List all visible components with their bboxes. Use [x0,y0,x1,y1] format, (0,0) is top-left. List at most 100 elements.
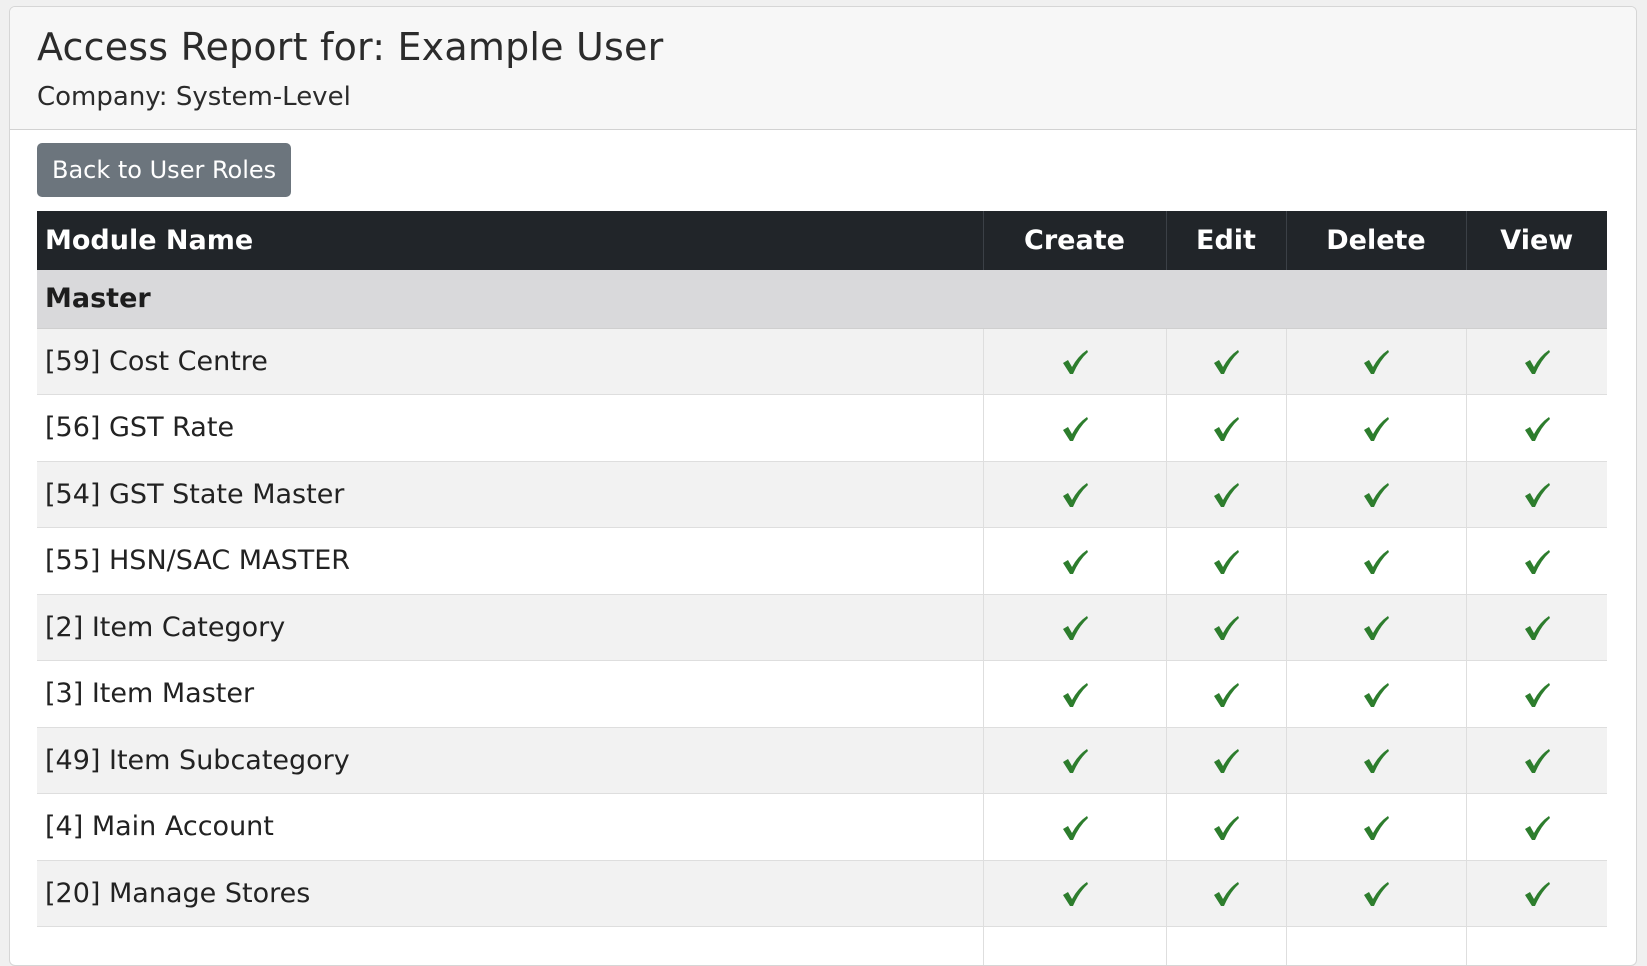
create-permission-cell [983,594,1166,661]
table-row: [4] Main Account [37,794,1607,861]
check-icon [1361,813,1391,843]
check-icon [1060,680,1090,710]
delete-permission-cell [1286,528,1466,595]
check-icon [1060,547,1090,577]
check-icon [1522,879,1552,909]
column-header-create: Create [983,211,1166,270]
table-row: [20] Manage Stores [37,860,1607,927]
delete-permission-cell [1286,727,1466,794]
delete-permission-cell [1286,860,1466,927]
table-row: [49] Item Subcategory [37,727,1607,794]
check-icon [1211,680,1241,710]
check-icon [1361,746,1391,776]
check-icon [1361,680,1391,710]
view-permission-cell [1466,927,1607,966]
create-permission-cell [983,528,1166,595]
check-icon [1522,347,1552,377]
view-permission-cell [1466,727,1607,794]
check-icon [1060,480,1090,510]
table-row: [55] HSN/SAC MASTER [37,528,1607,595]
check-icon [1211,347,1241,377]
check-icon [1522,680,1552,710]
table-row [37,927,1607,966]
group-label: Master [37,270,1607,328]
view-permission-cell [1466,528,1607,595]
module-name-cell: [59] Cost Centre [37,328,983,395]
module-name-cell: [49] Item Subcategory [37,727,983,794]
create-permission-cell [983,328,1166,395]
check-icon [1361,347,1391,377]
edit-permission-cell [1166,328,1286,395]
delete-permission-cell [1286,461,1466,528]
create-permission-cell [983,860,1166,927]
edit-permission-cell [1166,395,1286,462]
edit-permission-cell [1166,927,1286,966]
view-permission-cell [1466,328,1607,395]
delete-permission-cell [1286,794,1466,861]
delete-permission-cell [1286,594,1466,661]
table-row: [56] GST Rate [37,395,1607,462]
view-permission-cell [1466,860,1607,927]
check-icon [1060,347,1090,377]
table-body: Master [59] Cost Centre[56] GST Rate[54]… [37,270,1607,966]
create-permission-cell [983,727,1166,794]
view-permission-cell [1466,794,1607,861]
access-table: Module Name Create Edit Delete View Mast… [37,211,1607,966]
module-name-cell: [56] GST Rate [37,395,983,462]
view-permission-cell [1466,461,1607,528]
table-header-row: Module Name Create Edit Delete View [37,211,1607,270]
check-icon [1361,879,1391,909]
create-permission-cell [983,661,1166,728]
table-header: Module Name Create Edit Delete View [37,211,1607,270]
view-permission-cell [1466,594,1607,661]
view-permission-cell [1466,661,1607,728]
check-icon [1060,813,1090,843]
check-icon [1211,547,1241,577]
edit-permission-cell [1166,727,1286,794]
create-permission-cell [983,395,1166,462]
create-permission-cell [983,461,1166,528]
table-row: [2] Item Category [37,594,1607,661]
check-icon [1211,813,1241,843]
check-icon [1060,414,1090,444]
table-row: [59] Cost Centre [37,328,1607,395]
check-icon [1211,879,1241,909]
edit-permission-cell [1166,528,1286,595]
column-header-view: View [1466,211,1607,270]
check-icon [1361,480,1391,510]
table-row: [54] GST State Master [37,461,1607,528]
delete-permission-cell [1286,661,1466,728]
check-icon [1211,613,1241,643]
check-icon [1060,746,1090,776]
create-permission-cell [983,927,1166,966]
check-icon [1361,414,1391,444]
check-icon [1522,813,1552,843]
check-icon [1361,613,1391,643]
access-report-card: Access Report for: Example User Company:… [9,6,1637,966]
check-icon [1211,746,1241,776]
group-row-master: Master [37,270,1607,328]
check-icon [1522,547,1552,577]
table-row: [3] Item Master [37,661,1607,728]
check-icon [1522,480,1552,510]
column-header-module-name: Module Name [37,211,983,270]
delete-permission-cell [1286,927,1466,966]
check-icon [1522,746,1552,776]
card-body: Back to User Roles Module Name Create Ed… [10,130,1636,966]
create-permission-cell [983,794,1166,861]
check-icon [1211,480,1241,510]
module-name-cell: [20] Manage Stores [37,860,983,927]
check-icon [1522,414,1552,444]
check-icon [1522,613,1552,643]
edit-permission-cell [1166,594,1286,661]
card-header: Access Report for: Example User Company:… [10,7,1636,130]
back-to-user-roles-button[interactable]: Back to User Roles [37,143,291,197]
module-name-cell: [2] Item Category [37,594,983,661]
check-icon [1361,547,1391,577]
module-name-cell: [55] HSN/SAC MASTER [37,528,983,595]
edit-permission-cell [1166,461,1286,528]
edit-permission-cell [1166,860,1286,927]
view-permission-cell [1466,395,1607,462]
check-icon [1060,879,1090,909]
module-name-cell: [3] Item Master [37,661,983,728]
